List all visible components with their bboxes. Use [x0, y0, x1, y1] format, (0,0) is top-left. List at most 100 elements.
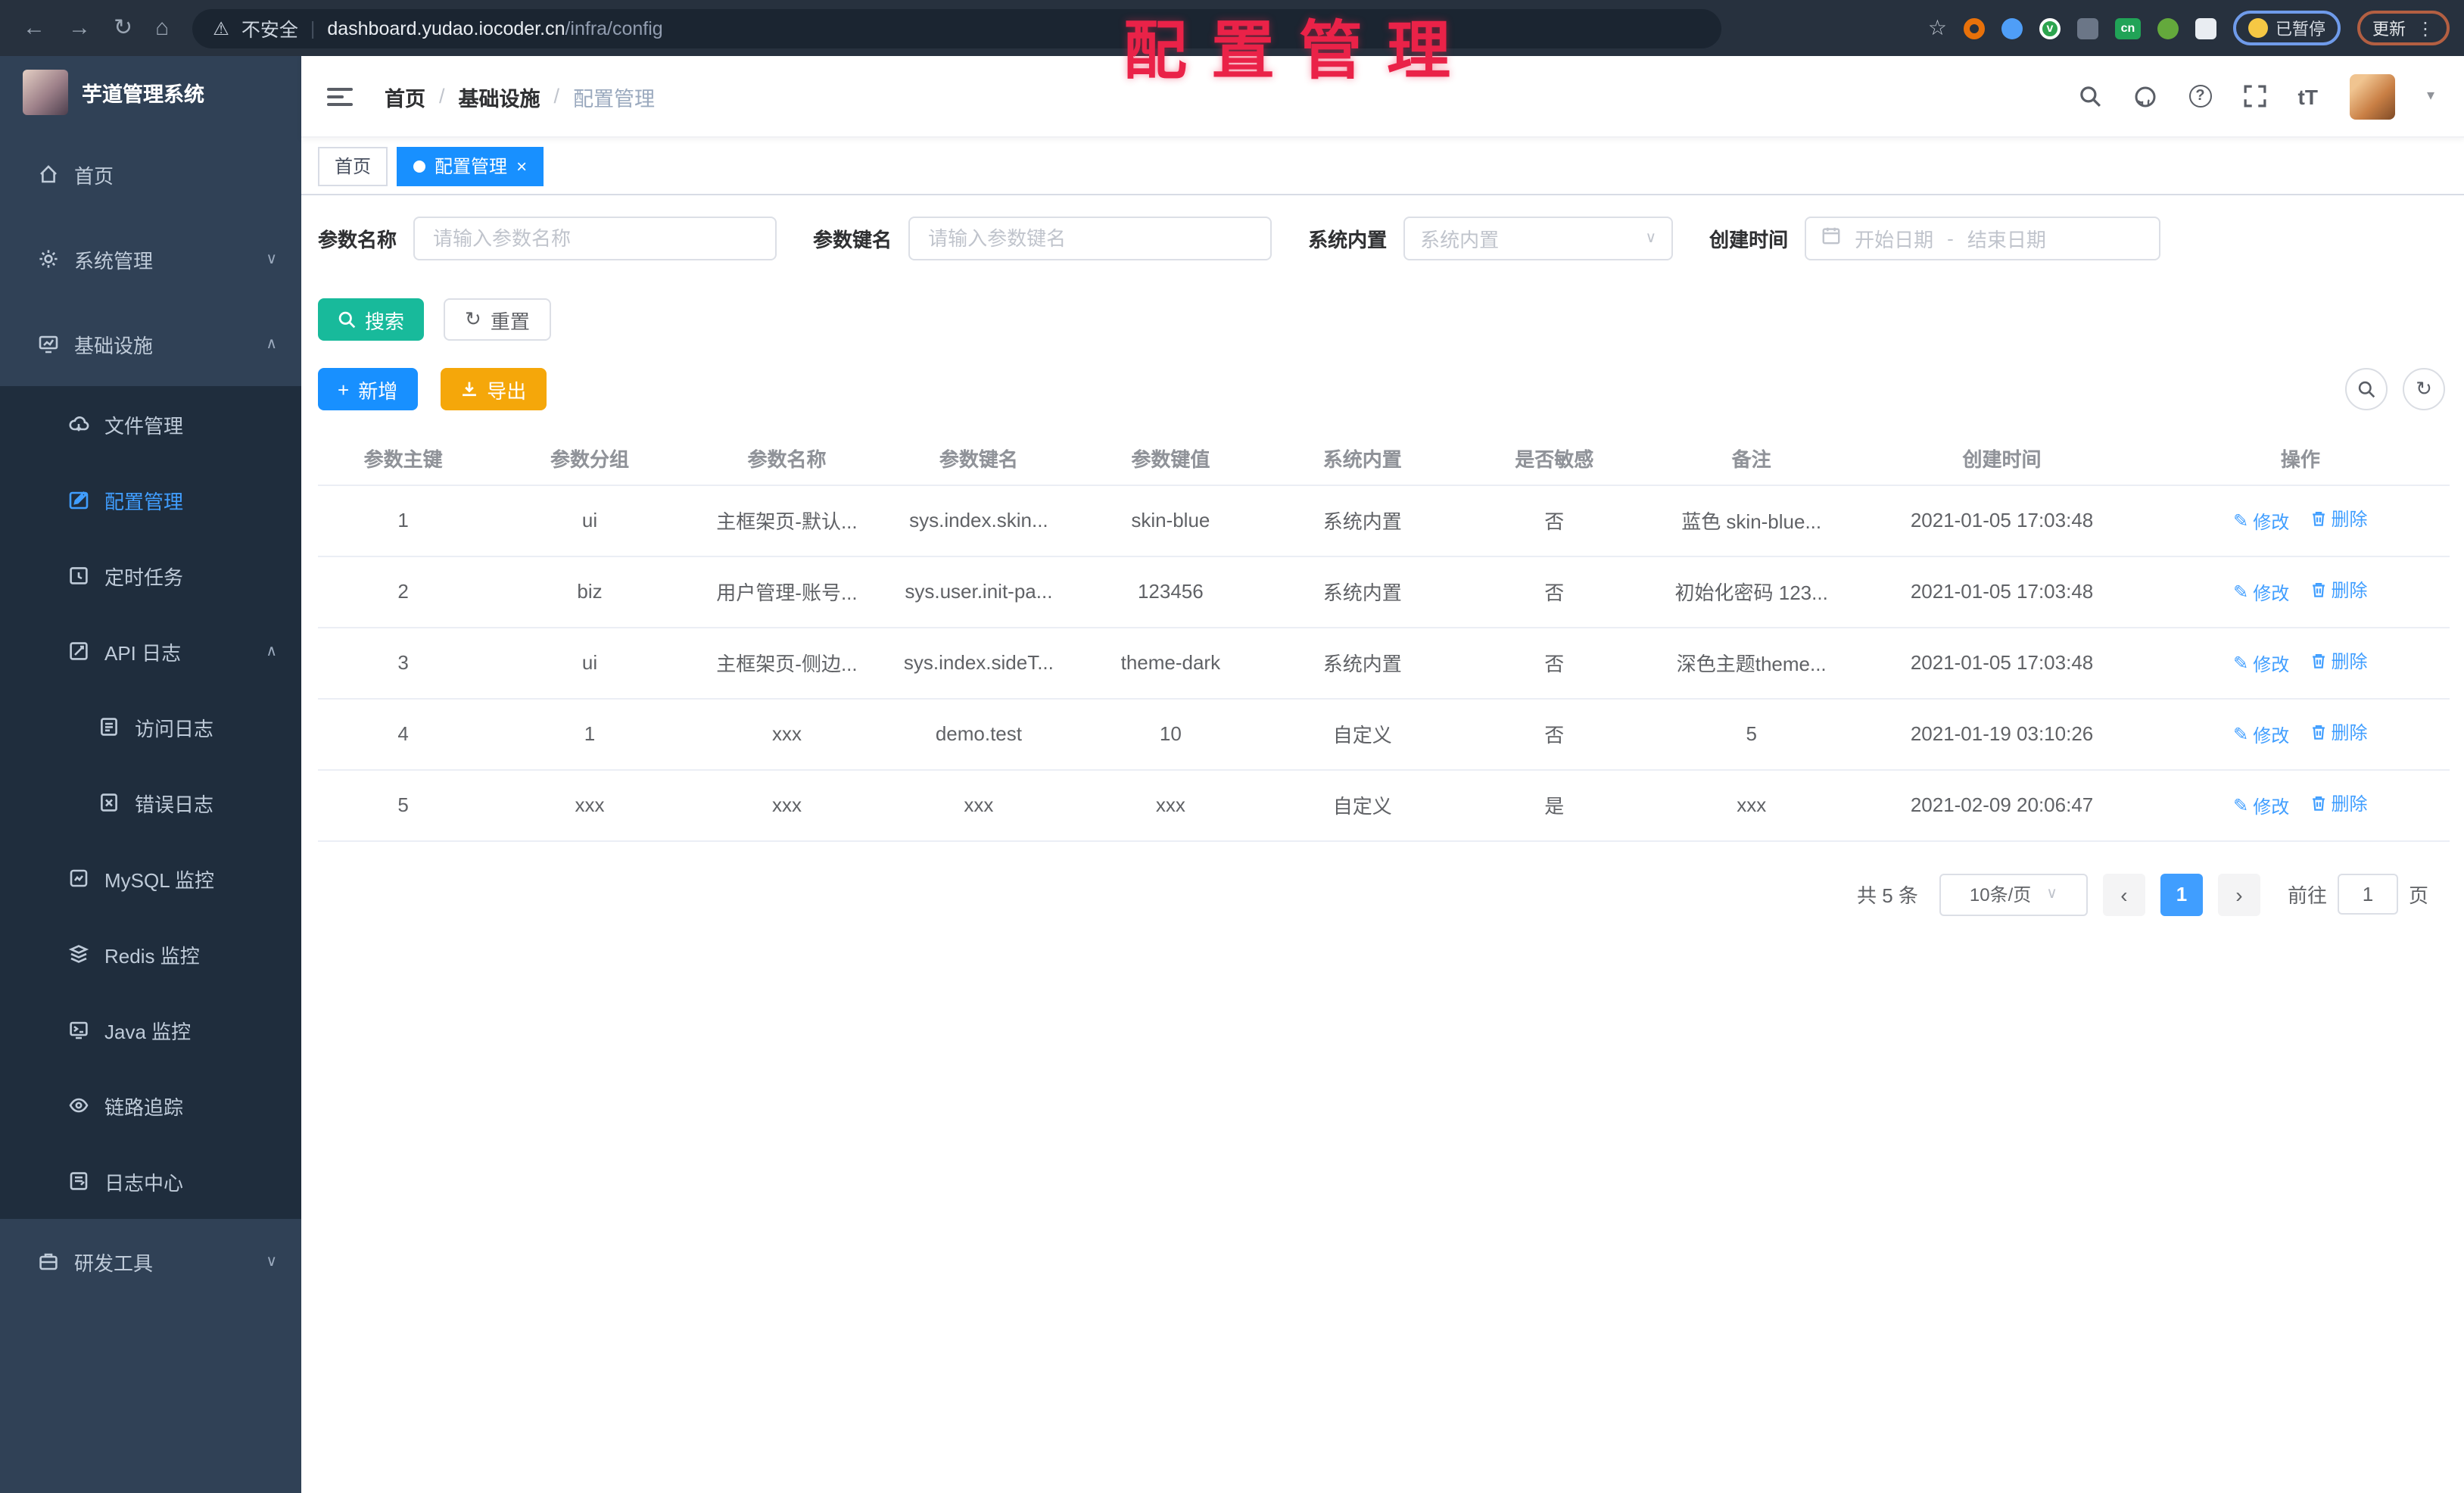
edit-link[interactable]: ✎修改: [2233, 722, 2289, 748]
page-1-button[interactable]: 1: [2160, 873, 2203, 915]
toggle-search-button[interactable]: [2345, 368, 2388, 410]
sidebar-item-system[interactable]: 系统管理 ∨: [0, 217, 301, 301]
sidebar-item-dev-tools[interactable]: 研发工具 ∨: [0, 1219, 301, 1304]
delete-label: 删除: [2332, 649, 2368, 675]
edit-link[interactable]: ✎修改: [2233, 580, 2289, 606]
sidebar-item-java-monitor[interactable]: Java 监控: [0, 992, 301, 1068]
sidebar-item-mysql-monitor[interactable]: MySQL 监控: [0, 840, 301, 916]
tab-close-icon[interactable]: ×: [516, 157, 527, 175]
table-cell: 2021-01-19 03:10:26: [1852, 698, 2151, 769]
table-cell: 2021-01-05 17:03:48: [1852, 556, 2151, 627]
edit-icon: ✎: [2233, 725, 2248, 746]
avatar-dropdown-icon[interactable]: ▾: [2427, 88, 2434, 104]
app-logo-row[interactable]: 芋道管理系统: [0, 56, 301, 129]
sidebar-item-api-logs[interactable]: API 日志 ∧: [0, 613, 301, 689]
url-path: /infra/config: [565, 17, 662, 39]
delete-link[interactable]: 删除: [2310, 506, 2368, 532]
font-size-icon[interactable]: tT: [2298, 84, 2318, 108]
param-key-field[interactable]: [908, 216, 1272, 260]
table-cell: 10: [1075, 698, 1266, 769]
param-key-input[interactable]: [925, 225, 1255, 251]
edit-label: 修改: [2253, 722, 2289, 748]
delete-link[interactable]: 删除: [2310, 649, 2368, 675]
home-icon: [36, 163, 59, 185]
param-name-input[interactable]: [430, 225, 760, 251]
edit-link[interactable]: ✎修改: [2233, 793, 2289, 819]
table-cell: 2021-02-09 20:06:47: [1852, 769, 2151, 840]
table-cell: 用户管理-账号...: [691, 556, 883, 627]
database-icon: [67, 867, 89, 890]
edit-link[interactable]: ✎修改: [2233, 509, 2289, 535]
search-icon[interactable]: [2079, 85, 2101, 108]
sidebar-item-log-center[interactable]: 日志中心: [0, 1143, 301, 1219]
home-icon[interactable]: ⌂: [155, 17, 169, 39]
system-builtin-select[interactable]: 系统内置 ∨: [1403, 216, 1673, 260]
table-cell: xxx: [1650, 769, 1853, 840]
sidebar-item-tracing[interactable]: 链路追踪: [0, 1068, 301, 1143]
table-cell: ui: [488, 485, 691, 556]
date-range-picker[interactable]: 开始日期 - 结束日期: [1805, 216, 2160, 260]
tab-config-management[interactable]: 配置管理 ×: [397, 146, 544, 185]
bookmark-star-icon[interactable]: ☆: [1928, 15, 1947, 41]
sidebar-item-redis-monitor[interactable]: Redis 监控: [0, 916, 301, 992]
extension-gray-icon[interactable]: [2077, 17, 2098, 39]
sidebar-item-scheduled-jobs[interactable]: 定时任务: [0, 538, 301, 613]
browser-update-button[interactable]: 更新 ⋮: [2357, 11, 2450, 45]
forward-icon[interactable]: →: [68, 17, 91, 39]
refresh-table-button[interactable]: ↻: [2403, 368, 2445, 410]
fullscreen-icon[interactable]: [2244, 85, 2266, 108]
sidebar-item-file-management[interactable]: 文件管理: [0, 386, 301, 462]
table-cell: sys.index.sideT...: [883, 627, 1074, 698]
search-button[interactable]: 搜索: [318, 298, 424, 341]
page-size-select[interactable]: 10条/页 ∨: [1939, 873, 2088, 915]
param-name-field[interactable]: [413, 216, 777, 260]
sidebar-item-label: 定时任务: [104, 561, 183, 590]
sidebar-item-label: MySQL 监控: [104, 864, 214, 893]
extension-pin-icon[interactable]: [2001, 17, 2023, 39]
goto-page-input[interactable]: [2338, 874, 2398, 915]
sidebar-item-config-management[interactable]: 配置管理: [0, 462, 301, 538]
edit-icon: ✎: [2233, 653, 2248, 675]
sidebar-item-error-logs[interactable]: 错误日志: [0, 765, 301, 840]
extension-orange-icon[interactable]: [1964, 17, 1985, 39]
col-param-id: 参数主键: [318, 432, 488, 485]
sidebar-item-label: 访问日志: [135, 712, 213, 741]
github-icon[interactable]: [2133, 84, 2157, 108]
insecure-label[interactable]: 不安全: [241, 14, 298, 42]
address-bar[interactable]: ⚠ 不安全 | dashboard.yudao.iocoder.cn/infra…: [192, 8, 1721, 48]
url-host: dashboard.yudao.iocoder.cn: [327, 17, 565, 39]
sidebar-item-access-logs[interactable]: 访问日志: [0, 689, 301, 765]
sidebar-item-label: 研发工具: [74, 1247, 153, 1276]
extension-cn-icon[interactable]: cn: [2115, 17, 2141, 39]
table-header-row: 参数主键 参数分组 参数名称 参数键名 参数键值 系统内置 是否敏感 备注 创建…: [318, 432, 2450, 485]
next-page-button[interactable]: ›: [2218, 873, 2260, 915]
reset-button[interactable]: ↻ 重置: [444, 298, 551, 341]
paused-badge[interactable]: 已暂停: [2233, 11, 2341, 45]
add-button[interactable]: + 新增: [318, 368, 417, 410]
tab-home[interactable]: 首页: [318, 146, 388, 185]
chevron-up-icon: ∧: [266, 335, 277, 352]
user-avatar[interactable]: [2350, 73, 2395, 119]
prev-page-button[interactable]: ‹: [2103, 873, 2145, 915]
sidebar-item-infra[interactable]: 基础设施 ∧: [0, 301, 301, 386]
delete-link[interactable]: 删除: [2310, 578, 2368, 603]
browser-menu-dots-icon[interactable]: ⋮: [2416, 17, 2434, 39]
extension-check-icon[interactable]: v: [2039, 17, 2061, 39]
delete-link[interactable]: 删除: [2310, 791, 2368, 817]
sidebar-item-home[interactable]: 首页: [0, 132, 301, 217]
table-row: 1 ui 主框架页-默认... sys.index.skin... skin-b…: [318, 485, 2450, 556]
extension-person-icon[interactable]: [2157, 17, 2179, 39]
sidebar-item-label: 首页: [74, 160, 114, 189]
export-button[interactable]: 导出: [440, 368, 546, 410]
reload-icon[interactable]: ↻: [114, 17, 132, 39]
help-icon[interactable]: ?: [2189, 85, 2212, 108]
back-icon[interactable]: ←: [23, 17, 45, 39]
trash-icon: [2310, 511, 2327, 528]
delete-link[interactable]: 删除: [2310, 720, 2368, 746]
tab-bar: 首页 配置管理 ×: [301, 138, 2464, 195]
extensions-puzzle-icon[interactable]: [2195, 17, 2216, 39]
breadcrumb-infra[interactable]: 基础设施: [459, 81, 540, 111]
breadcrumb-home[interactable]: 首页: [385, 81, 425, 111]
hamburger-menu-icon[interactable]: [327, 83, 353, 110]
edit-link[interactable]: ✎修改: [2233, 651, 2289, 677]
